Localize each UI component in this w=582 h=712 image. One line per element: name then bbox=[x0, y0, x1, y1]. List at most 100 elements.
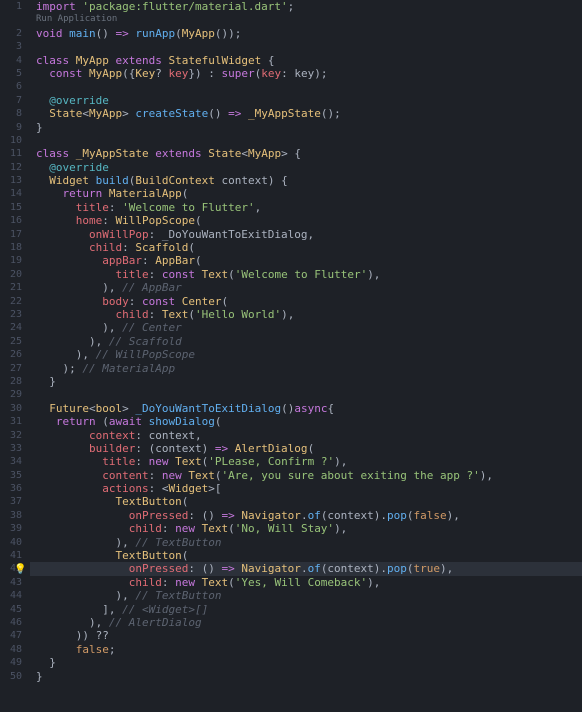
code-line[interactable]: child: new Text('No, Will Stay'), bbox=[30, 522, 582, 535]
token: . bbox=[301, 562, 308, 575]
code-line[interactable]: ), // AppBar bbox=[30, 281, 582, 294]
token: < bbox=[241, 147, 248, 160]
code-line[interactable]: onPressed: () => Navigator.of(context).p… bbox=[30, 509, 582, 522]
token: ; bbox=[288, 0, 295, 13]
token: : bbox=[149, 308, 162, 321]
line-number: 22 bbox=[0, 295, 30, 308]
token: () bbox=[96, 27, 116, 40]
code-line[interactable]: return (await showDialog( bbox=[30, 415, 582, 428]
line-number: 35 bbox=[0, 469, 30, 482]
token: home bbox=[76, 214, 103, 227]
token: context bbox=[89, 429, 135, 442]
token: builder bbox=[89, 442, 135, 455]
code-line[interactable]: Future<bool> _DoYouWantToExitDialog()asy… bbox=[30, 402, 582, 415]
code-line[interactable]: } bbox=[30, 656, 582, 669]
code-line[interactable]: ), // WillPopScope bbox=[30, 348, 582, 361]
token: : bbox=[102, 214, 115, 227]
code-line[interactable]: ), // AlertDialog bbox=[30, 616, 582, 629]
token: key bbox=[261, 67, 281, 80]
code-line[interactable]: Widget build(BuildContext context) { bbox=[30, 174, 582, 187]
code-line[interactable]: child: Text('Hello World'), bbox=[30, 308, 582, 321]
code-line[interactable]: ), // Scaffold bbox=[30, 335, 582, 348]
code-line[interactable] bbox=[30, 40, 582, 53]
code-line[interactable]: TextButton( bbox=[30, 549, 582, 562]
code-line[interactable]: ), // TextButton bbox=[30, 536, 582, 549]
token: void bbox=[36, 27, 69, 40]
code-line[interactable]: home: WillPopScope( bbox=[30, 214, 582, 227]
token: MyApp bbox=[89, 67, 122, 80]
code-line[interactable]: actions: <Widget>[ bbox=[30, 482, 582, 495]
code-line[interactable]: const MyApp({Key? key}) : super(key: key… bbox=[30, 67, 582, 80]
line-number: 48 bbox=[0, 643, 30, 656]
code-line[interactable]: title: const Text('Welcome to Flutter'), bbox=[30, 268, 582, 281]
code-line[interactable]: content: new Text('Are, you sure about e… bbox=[30, 469, 582, 482]
token: MyApp bbox=[89, 107, 122, 120]
code-line[interactable]: ), // TextButton bbox=[30, 589, 582, 602]
token: of bbox=[308, 509, 321, 522]
token: } bbox=[36, 375, 56, 388]
line-number: 28 bbox=[0, 375, 30, 388]
code-line[interactable]: TextButton( bbox=[30, 495, 582, 508]
token bbox=[142, 415, 149, 428]
token: // TextButton bbox=[135, 536, 221, 549]
token: : bbox=[129, 295, 142, 308]
code-line[interactable]: } bbox=[30, 670, 582, 683]
code-line[interactable]: child: new Text('Yes, Will Comeback'), bbox=[30, 576, 582, 589]
token: createState bbox=[135, 107, 208, 120]
code-line[interactable]: child: Scaffold( bbox=[30, 241, 582, 254]
code-line[interactable]: ], // <Widget>[] bbox=[30, 603, 582, 616]
token: AppBar bbox=[155, 254, 195, 267]
token: return bbox=[63, 187, 109, 200]
token: // AlertDialog bbox=[109, 616, 202, 629]
code-line[interactable]: import 'package:flutter/material.dart'; bbox=[30, 0, 582, 13]
token: ( bbox=[195, 214, 202, 227]
code-line[interactable]: builder: (context) => AlertDialog( bbox=[30, 442, 582, 455]
token: 'Are, you sure about exiting the app ?' bbox=[221, 469, 479, 482]
code-line[interactable]: title: new Text('PLease, Confirm ?'), bbox=[30, 455, 582, 468]
code-line[interactable]: context: context, bbox=[30, 429, 582, 442]
token bbox=[36, 469, 102, 482]
code-line[interactable]: void main() => runApp(MyApp()); bbox=[30, 27, 582, 40]
code-line[interactable]: } bbox=[30, 375, 582, 388]
token: ), bbox=[447, 509, 460, 522]
token: child bbox=[129, 522, 162, 535]
token: ), bbox=[36, 335, 109, 348]
code-line[interactable]: title: 'Welcome to Flutter', bbox=[30, 201, 582, 214]
code-line[interactable]: body: const Center( bbox=[30, 295, 582, 308]
token bbox=[36, 174, 49, 187]
code-line[interactable]: ); // MaterialApp bbox=[30, 362, 582, 375]
token bbox=[36, 201, 76, 214]
line-number: 27 bbox=[0, 362, 30, 375]
code-line[interactable]: appBar: AppBar( bbox=[30, 254, 582, 267]
token: ), bbox=[367, 268, 380, 281]
code-line[interactable] bbox=[30, 80, 582, 93]
token: 'No, Will Stay' bbox=[235, 522, 334, 535]
code-line[interactable]: 💡 onPressed: () => Navigator.of(context)… bbox=[30, 562, 582, 575]
codelens-run[interactable]: Run Application bbox=[30, 13, 582, 26]
code-line[interactable]: ), // Center bbox=[30, 321, 582, 334]
code-line[interactable]: false; bbox=[30, 643, 582, 656]
token: ( bbox=[215, 415, 222, 428]
code-line[interactable]: onWillPop: _DoYouWantToExitDialog, bbox=[30, 228, 582, 241]
token bbox=[235, 562, 242, 575]
code-line[interactable]: } bbox=[30, 121, 582, 134]
token: Widget bbox=[49, 174, 95, 187]
code-line[interactable]: @override bbox=[30, 94, 582, 107]
token: Navigator bbox=[241, 509, 301, 522]
code-line[interactable]: class MyApp extends StatefulWidget { bbox=[30, 54, 582, 67]
token: ( bbox=[188, 308, 195, 321]
code-line[interactable] bbox=[30, 134, 582, 147]
token: _DoYouWantToExitDialog bbox=[135, 402, 281, 415]
lightbulb-icon[interactable]: 💡 bbox=[14, 563, 26, 576]
token: ( bbox=[195, 254, 202, 267]
code-line[interactable]: @override bbox=[30, 161, 582, 174]
code-editor[interactable]: import 'package:flutter/material.dart';R… bbox=[30, 0, 582, 712]
code-line[interactable]: )) ?? bbox=[30, 629, 582, 642]
code-line[interactable] bbox=[30, 388, 582, 401]
code-line[interactable]: class _MyAppState extends State<MyApp> { bbox=[30, 147, 582, 160]
code-line[interactable]: State<MyApp> createState() => _MyAppStat… bbox=[30, 107, 582, 120]
code-line[interactable]: return MaterialApp( bbox=[30, 187, 582, 200]
token: : bbox=[135, 455, 148, 468]
token bbox=[36, 482, 102, 495]
line-number: 24 bbox=[0, 321, 30, 334]
